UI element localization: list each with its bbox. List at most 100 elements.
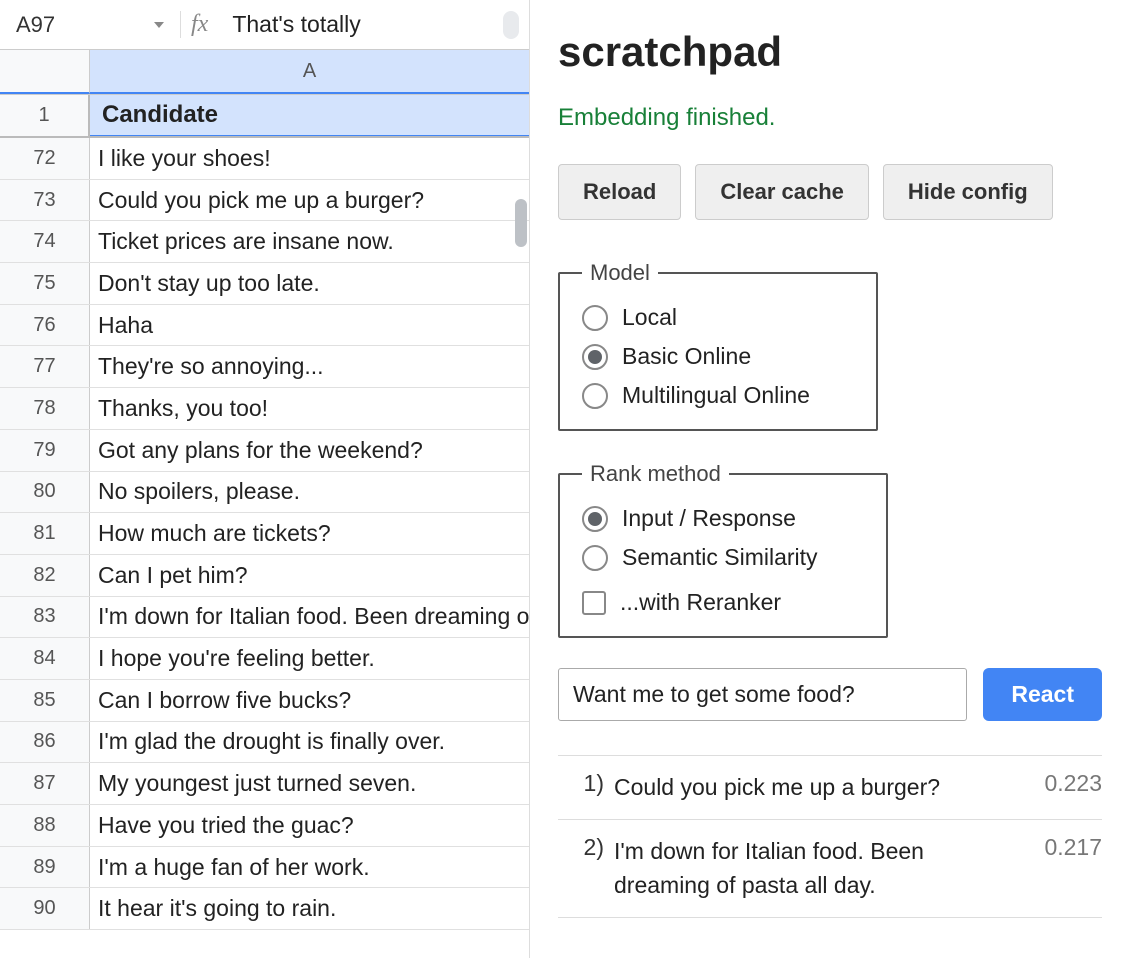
row-number[interactable]: 89 [0, 847, 90, 888]
row-number[interactable]: 90 [0, 888, 90, 929]
table-row: 86I'm glad the drought is finally over. [0, 722, 529, 764]
row-number[interactable]: 76 [0, 305, 90, 346]
result-text: I'm down for Italian food. Been dreaming… [614, 834, 1022, 903]
row-number[interactable]: 72 [0, 138, 90, 179]
cell[interactable]: My youngest just turned seven. [90, 763, 529, 804]
cell[interactable]: Could you pick me up a burger? [90, 180, 529, 221]
row-number[interactable]: 77 [0, 346, 90, 387]
spreadsheet-pane: A97 fx That's totally A 1 Candidate 72I … [0, 0, 530, 958]
rank-option[interactable]: Semantic Similarity [582, 544, 864, 571]
radio-icon[interactable] [582, 344, 608, 370]
clear-cache-button[interactable]: Clear cache [695, 164, 869, 220]
row-number[interactable]: 87 [0, 763, 90, 804]
hide-config-button[interactable]: Hide config [883, 164, 1053, 220]
rank-option[interactable]: Input / Response [582, 505, 864, 532]
table-row: 75Don't stay up too late. [0, 263, 529, 305]
table-row: 90It hear it's going to rain. [0, 888, 529, 930]
table-row: 77They're so annoying... [0, 346, 529, 388]
results-list: 1)Could you pick me up a burger?0.2232)I… [558, 755, 1102, 918]
row-number[interactable]: 84 [0, 638, 90, 679]
table-row: 87My youngest just turned seven. [0, 763, 529, 805]
grid-rows: 72I like your shoes!73Could you pick me … [0, 138, 529, 930]
column-header-a[interactable]: A [90, 50, 529, 94]
row-number[interactable]: 81 [0, 513, 90, 554]
cell[interactable]: No spoilers, please. [90, 472, 529, 513]
reranker-label: ...with Reranker [620, 589, 781, 616]
table-row: 74Ticket prices are insane now. [0, 221, 529, 263]
cell[interactable]: They're so annoying... [90, 346, 529, 387]
row-number[interactable]: 80 [0, 472, 90, 513]
row-number[interactable]: 83 [0, 597, 90, 638]
cell[interactable]: Thanks, you too! [90, 388, 529, 429]
cell[interactable]: Haha [90, 305, 529, 346]
header-cell-candidate[interactable]: Candidate [90, 95, 529, 136]
select-all-corner[interactable] [0, 50, 90, 94]
scrollbar-thumb[interactable] [515, 199, 527, 247]
cell-reference: A97 [16, 12, 55, 38]
react-button[interactable]: React [983, 668, 1102, 721]
model-option[interactable]: Multilingual Online [582, 382, 854, 409]
option-label: Input / Response [622, 505, 796, 532]
side-panel: scratchpad Embedding finished. Reload Cl… [530, 0, 1130, 958]
table-row: 72I like your shoes! [0, 138, 529, 180]
formula-pill [503, 11, 519, 39]
cell[interactable]: I'm down for Italian food. Been dreaming… [90, 597, 529, 638]
row-number[interactable]: 73 [0, 180, 90, 221]
button-row: Reload Clear cache Hide config [558, 164, 1102, 220]
column-headers: A [0, 50, 529, 95]
option-label: Semantic Similarity [622, 544, 818, 571]
name-box[interactable]: A97 [4, 8, 174, 42]
option-label: Local [622, 304, 677, 331]
result-index: 2) [558, 834, 614, 861]
row-number[interactable]: 1 [0, 95, 90, 136]
radio-icon[interactable] [582, 545, 608, 571]
model-option[interactable]: Basic Online [582, 343, 854, 370]
table-row: 83I'm down for Italian food. Been dreami… [0, 597, 529, 639]
row-number[interactable]: 74 [0, 221, 90, 262]
row-number[interactable]: 82 [0, 555, 90, 596]
table-row: 88Have you tried the guac? [0, 805, 529, 847]
row-number[interactable]: 75 [0, 263, 90, 304]
cell[interactable]: Have you tried the guac? [90, 805, 529, 846]
chevron-down-icon [154, 22, 164, 28]
cell[interactable]: Can I pet him? [90, 555, 529, 596]
query-input[interactable] [558, 668, 967, 721]
row-number[interactable]: 79 [0, 430, 90, 471]
result-row[interactable]: 2)I'm down for Italian food. Been dreami… [558, 820, 1102, 918]
model-option[interactable]: Local [582, 304, 854, 331]
cell[interactable]: Can I borrow five bucks? [90, 680, 529, 721]
cell[interactable]: I like your shoes! [90, 138, 529, 179]
table-row: 82Can I pet him? [0, 555, 529, 597]
result-text: Could you pick me up a burger? [614, 770, 1022, 805]
reranker-checkbox-row[interactable]: ...with Reranker [582, 589, 864, 616]
fx-icon: fx [180, 11, 218, 38]
radio-icon[interactable] [582, 506, 608, 532]
row-number[interactable]: 78 [0, 388, 90, 429]
cell[interactable]: Don't stay up too late. [90, 263, 529, 304]
row-number[interactable]: 88 [0, 805, 90, 846]
cell[interactable]: How much are tickets? [90, 513, 529, 554]
cell[interactable]: Ticket prices are insane now. [90, 221, 529, 262]
table-row: 80No spoilers, please. [0, 472, 529, 514]
checkbox-icon[interactable] [582, 591, 606, 615]
table-row: 76Haha [0, 305, 529, 347]
cell[interactable]: I'm glad the drought is finally over. [90, 722, 529, 763]
cell[interactable]: Got any plans for the weekend? [90, 430, 529, 471]
row-number[interactable]: 85 [0, 680, 90, 721]
status-text: Embedding finished. [558, 104, 1102, 132]
option-label: Basic Online [622, 343, 751, 370]
table-row: 89I'm a huge fan of her work. [0, 847, 529, 889]
formula-input[interactable]: That's totally [224, 11, 497, 38]
vertical-scrollbar[interactable] [511, 139, 529, 958]
radio-icon[interactable] [582, 383, 608, 409]
model-legend: Model [582, 260, 658, 286]
row-number[interactable]: 86 [0, 722, 90, 763]
radio-icon[interactable] [582, 305, 608, 331]
formula-bar: A97 fx That's totally [0, 0, 529, 50]
panel-title: scratchpad [558, 28, 1102, 76]
cell[interactable]: It hear it's going to rain. [90, 888, 529, 929]
cell[interactable]: I'm a huge fan of her work. [90, 847, 529, 888]
result-row[interactable]: 1)Could you pick me up a burger?0.223 [558, 756, 1102, 820]
cell[interactable]: I hope you're feeling better. [90, 638, 529, 679]
reload-button[interactable]: Reload [558, 164, 681, 220]
